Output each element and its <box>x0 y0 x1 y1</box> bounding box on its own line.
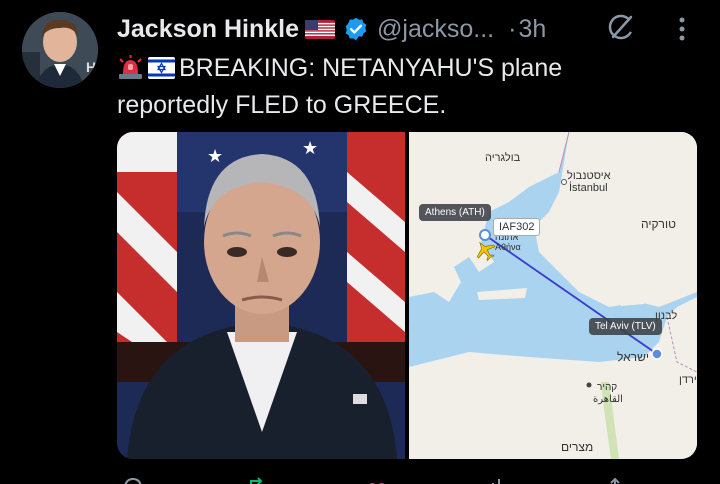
svg-text:HB: HB <box>86 59 98 75</box>
flight-code-tag[interactable]: IAF302 <box>493 218 541 236</box>
tweet-actions <box>117 472 697 484</box>
label-cairo-he: קהיר <box>597 382 618 393</box>
more-icon[interactable] <box>672 14 692 44</box>
views-icon[interactable] <box>489 476 513 484</box>
author-name[interactable]: Jackson Hinkle <box>117 15 299 44</box>
repost-icon[interactable] <box>245 476 269 484</box>
tweet-timestamp[interactable]: 3h <box>518 15 546 44</box>
tweet-text-line2: reportedly FLED to GREECE. <box>117 91 447 119</box>
origin-tag[interactable]: Tel Aviv (TLV) <box>589 318 662 335</box>
grok-icon[interactable] <box>606 12 636 42</box>
svg-text:★: ★ <box>302 138 318 158</box>
label-bulgaria: בולגריה <box>485 152 521 164</box>
destination-tag[interactable]: Athens (ATH) <box>419 204 491 221</box>
reply-icon[interactable] <box>121 476 145 484</box>
verified-badge-icon[interactable] <box>343 16 369 42</box>
share-icon[interactable] <box>603 476 627 484</box>
tweet-text-line1: BREAKING: NETANYAHU'S plane <box>179 54 563 82</box>
tweet-media[interactable]: ★ ★ בולגריה איסטנבול İstanbul טורקיה לבנ… <box>117 132 697 459</box>
author-handle[interactable]: @jackso... <box>377 15 494 44</box>
label-istanbul-he: איסטנבול <box>567 170 611 182</box>
label-egypt: מצרים <box>561 440 594 454</box>
author-avatar[interactable]: HB <box>22 12 98 88</box>
israel-flag-icon <box>148 53 175 79</box>
label-turkey: טורקיה <box>641 217 676 231</box>
tweet-header: Jackson Hinkle @jackso... · 3h <box>117 12 546 46</box>
flight-map[interactable]: בולגריה איסטנבול İstanbul טורקיה לבנון י… <box>409 132 697 459</box>
label-israel: ישראל <box>617 350 649 364</box>
label-athens-gr: Αθήνα <box>495 242 521 252</box>
rotating-light-icon <box>117 53 144 79</box>
us-flag-icon <box>305 19 336 39</box>
like-icon[interactable] <box>365 476 389 484</box>
svg-text:★: ★ <box>207 146 223 166</box>
label-istanbul-en: İstanbul <box>569 182 608 194</box>
tweet-text: BREAKING: NETANYAHU'S plane reportedly F… <box>117 50 707 124</box>
separator-dot: · <box>508 14 517 43</box>
label-cairo-ar: القاهرة <box>593 394 623 405</box>
label-jordan: ירדן <box>679 374 697 386</box>
netanyahu-photo[interactable]: ★ ★ <box>117 132 405 459</box>
